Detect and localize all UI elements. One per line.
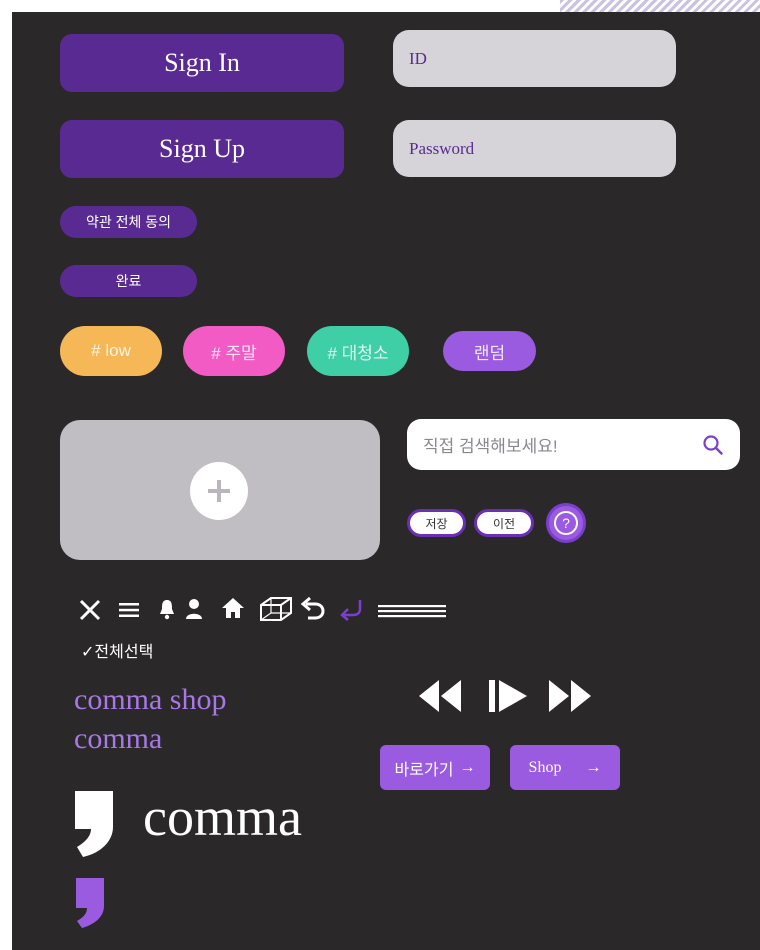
shop-button[interactable]: Shop →: [510, 745, 620, 790]
lines-icon: [378, 605, 446, 618]
corner-stripe-decoration: [560, 0, 760, 12]
help-button[interactable]: ?: [546, 503, 586, 543]
tag-random[interactable]: 랜덤: [443, 331, 536, 371]
bell-icon[interactable]: [158, 598, 176, 620]
logo-wordmark: comma: [143, 787, 302, 847]
play-icon[interactable]: [487, 678, 529, 714]
search-placeholder: 직접 검색해보세요!: [423, 437, 558, 456]
id-input[interactable]: ID: [393, 30, 676, 87]
comma-logo-purple: [76, 878, 104, 928]
agree-all-terms-button[interactable]: 약관 전체 동의: [60, 206, 197, 238]
question-icon: ?: [554, 511, 578, 535]
tag-cleaning[interactable]: # 대청소: [307, 326, 409, 376]
select-all-checkbox[interactable]: ✓전체선택: [81, 638, 153, 662]
plus-icon: [208, 480, 230, 502]
person-icon[interactable]: [185, 598, 203, 620]
arrow-right-icon: →: [459, 758, 476, 776]
done-button[interactable]: 완료: [60, 265, 197, 297]
close-icon[interactable]: [78, 598, 102, 622]
svg-text:?: ?: [562, 515, 570, 531]
home-icon[interactable]: [221, 596, 245, 620]
search-icon[interactable]: [702, 434, 724, 456]
sign-up-button[interactable]: Sign Up: [60, 120, 344, 178]
brand-text-comma: comma: [74, 722, 163, 755]
shop-button-label: Shop: [528, 758, 562, 776]
menu-icon[interactable]: [119, 602, 139, 618]
search-input[interactable]: 직접 검색해보세요!: [407, 419, 740, 470]
tag-low[interactable]: # low: [60, 326, 162, 376]
go-button-label: 바로가기: [394, 761, 454, 779]
image-upload-box[interactable]: [60, 420, 380, 560]
rewind-icon[interactable]: [417, 678, 463, 714]
cube-icon[interactable]: [259, 595, 293, 623]
comma-logo-white: [75, 791, 113, 857]
fast-forward-icon[interactable]: [547, 678, 593, 714]
brand-text-comma-shop: comma shop: [74, 683, 227, 716]
prev-button[interactable]: 이전: [474, 509, 534, 537]
add-image-button[interactable]: [190, 462, 248, 520]
password-input[interactable]: Password: [393, 120, 676, 177]
undo-icon[interactable]: [300, 596, 326, 620]
sign-in-button[interactable]: Sign In: [60, 34, 344, 92]
return-icon[interactable]: [338, 597, 364, 621]
go-button[interactable]: 바로가기 →: [380, 745, 490, 790]
save-button[interactable]: 저장: [407, 509, 466, 537]
arrow-right-icon: →: [585, 758, 602, 776]
tag-weekend[interactable]: # 주말: [183, 326, 285, 376]
